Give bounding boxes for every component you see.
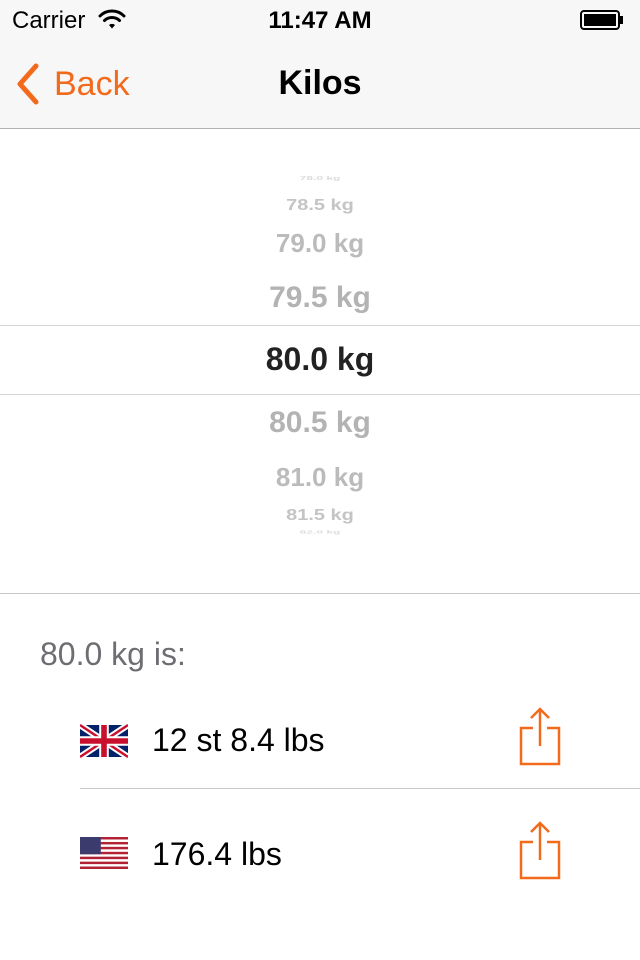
picker-selection-top-line	[0, 325, 640, 326]
picker-item[interactable]: 78.0 kg	[0, 175, 640, 181]
battery-icon	[580, 10, 623, 30]
picker-item[interactable]: 81.5 kg	[0, 506, 640, 524]
row-divider	[80, 788, 640, 789]
share-icon[interactable]	[518, 820, 562, 880]
result-value-pounds: 176.4 lbs	[152, 836, 282, 872]
uk-flag-icon	[80, 724, 128, 758]
page-title: Kilos	[278, 64, 362, 102]
picker-item[interactable]: 80.5 kg	[0, 406, 640, 440]
picker-selected-item[interactable]: 80.0 kg	[0, 341, 640, 378]
picker-item[interactable]: 78.5 kg	[0, 196, 640, 214]
result-value-stones: 12 st 8.4 lbs	[152, 722, 325, 758]
status-time: 11:47 AM	[268, 7, 372, 34]
picker-item[interactable]: 82.0 kg	[0, 529, 640, 535]
weight-picker[interactable]: 78.0 kg 78.5 kg 79.0 kg 79.5 kg 80.0 kg …	[0, 129, 640, 593]
navigation-bar: Back Kilos	[0, 40, 640, 129]
picker-item[interactable]: 81.0 kg	[0, 462, 640, 493]
picker-item[interactable]: 79.5 kg	[0, 281, 640, 315]
result-row-us: 176.4 lbs	[80, 800, 640, 900]
share-icon[interactable]	[518, 706, 562, 766]
picker-item[interactable]: 79.0 kg	[0, 228, 640, 259]
result-caption: 80.0 kg is:	[40, 636, 186, 672]
status-bar: Carrier 11:47 AM	[0, 0, 640, 40]
us-flag-icon	[80, 837, 128, 869]
section-divider	[0, 593, 640, 594]
result-row-uk: 12 st 8.4 lbs	[80, 690, 640, 790]
picker-selection-bottom-line	[0, 394, 640, 395]
